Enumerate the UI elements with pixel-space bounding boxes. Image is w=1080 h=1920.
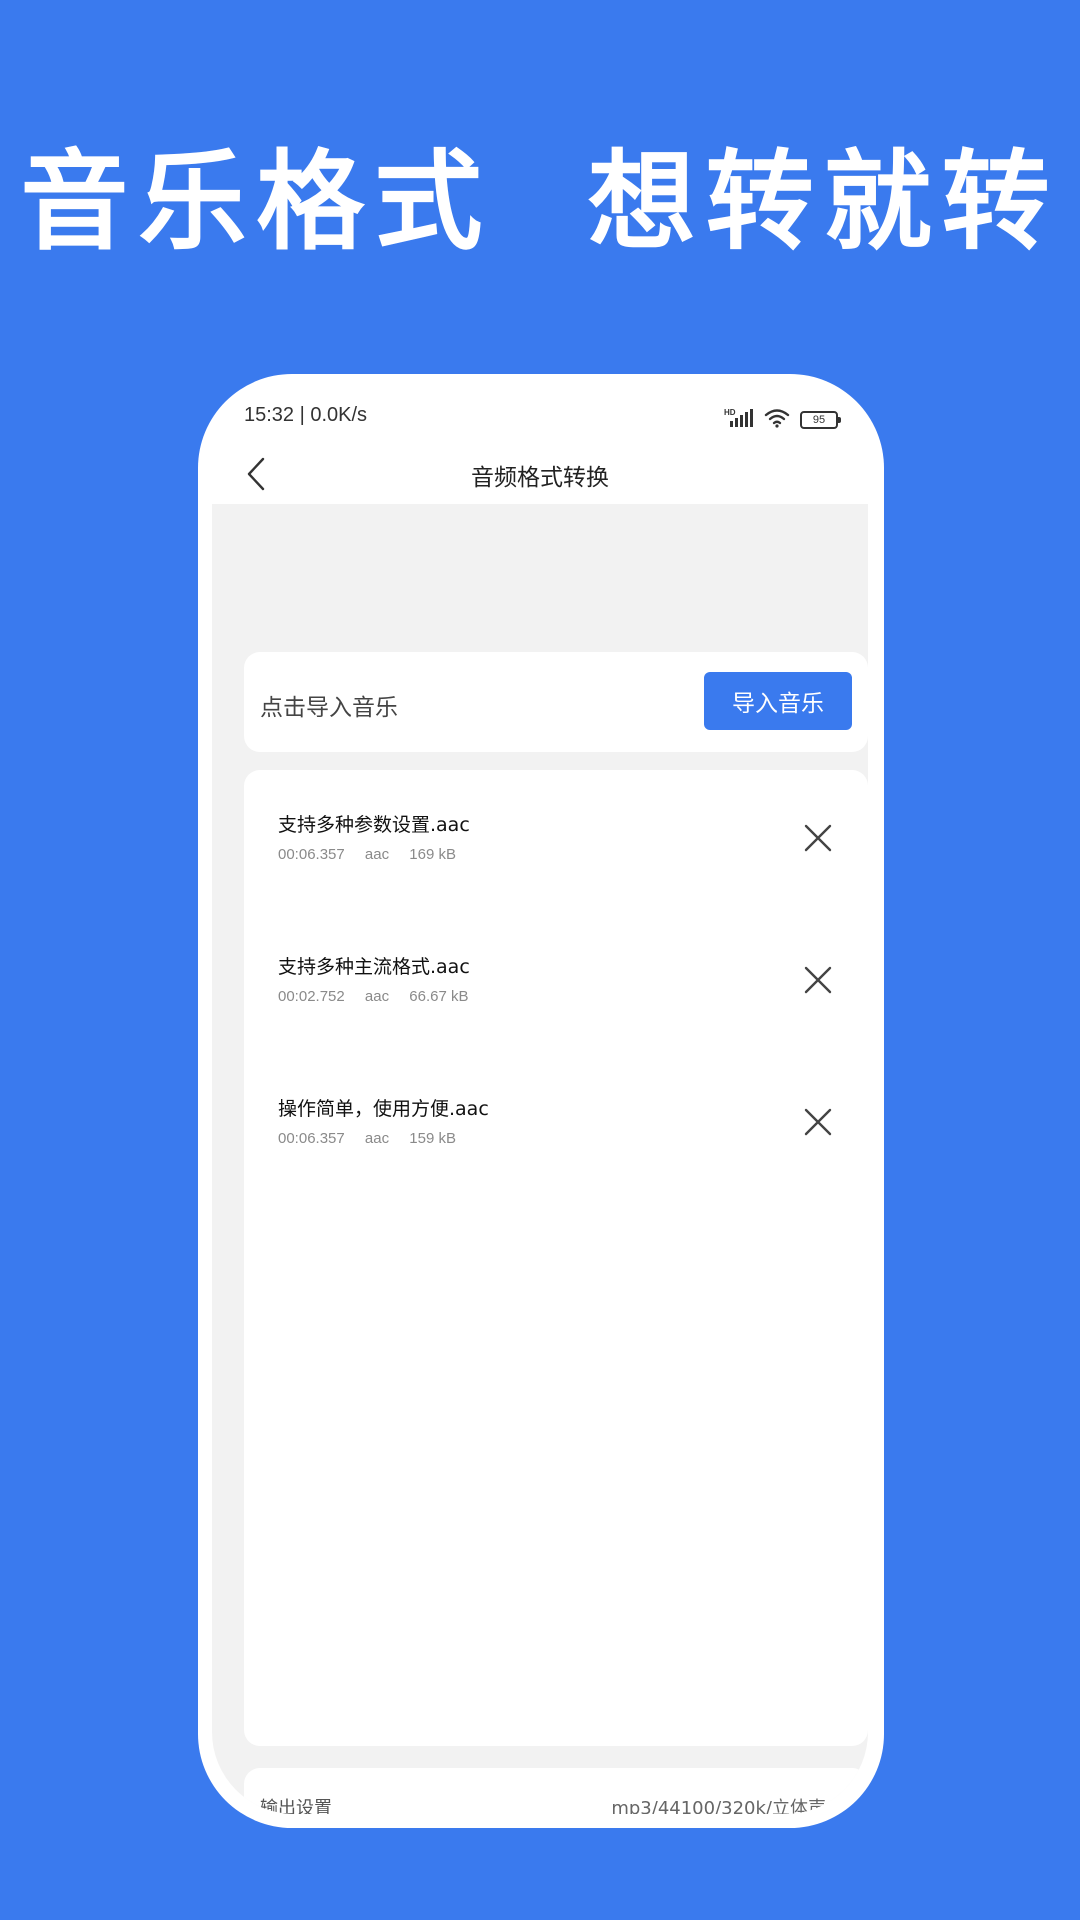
file-meta: 00:06.357 aac 169 kB	[278, 846, 472, 863]
file-size: 159 kB	[409, 1130, 456, 1147]
file-size: 66.67 kB	[409, 988, 469, 1005]
file-format: aac	[364, 1130, 390, 1147]
content-area: 点击导入音乐 导入音乐 支持多种参数设置.aac 00:06.357 aac 1…	[212, 504, 868, 1814]
file-name: 支持多种主流格式.aac	[278, 956, 470, 978]
wifi-icon	[764, 408, 790, 432]
remove-file-button[interactable]	[798, 960, 838, 1000]
chevron-right-icon	[840, 1797, 851, 1814]
hd-badge-text: HD	[724, 408, 736, 417]
file-format: aac	[364, 846, 390, 863]
promo-headline: 音乐格式 想转就转	[20, 140, 1060, 265]
import-card: 点击导入音乐 导入音乐	[244, 652, 868, 752]
file-list: 支持多种参数设置.aac 00:06.357 aac 169 kB 支持多种主流…	[244, 770, 868, 1746]
list-item[interactable]: 操作简单，使用方便.aac 00:06.357 aac 159 kB	[244, 1094, 868, 1194]
file-meta: 00:02.752 aac 66.67 kB	[278, 988, 484, 1005]
list-item[interactable]: 支持多种参数设置.aac 00:06.357 aac 169 kB	[244, 810, 868, 910]
output-settings-value: mp3/44100/320k/立体声	[611, 1798, 826, 1814]
hd-signal-icon: HD	[724, 407, 754, 433]
close-icon	[804, 966, 832, 994]
nav-bar: 音频格式转换	[212, 444, 868, 504]
file-format: aac	[364, 988, 390, 1005]
file-duration: 00:06.357	[278, 1130, 345, 1147]
page-title: 音频格式转换	[471, 465, 609, 491]
file-name: 支持多种参数设置.aac	[278, 814, 470, 836]
close-icon	[804, 824, 832, 852]
output-settings-label: 输出设置	[260, 1798, 332, 1814]
close-icon	[804, 1108, 832, 1136]
status-time: 15:32 | 0.0K/s	[244, 404, 368, 426]
import-music-button[interactable]: 导入音乐	[704, 672, 852, 730]
file-name: 操作简单，使用方便.aac	[278, 1098, 489, 1120]
remove-file-button[interactable]	[798, 818, 838, 858]
phone-frame: 15:32 | 0.0K/s HD 95 音频格式转换 点击导入音乐 导入音乐 …	[198, 374, 884, 1828]
file-size: 169 kB	[409, 846, 456, 863]
remove-file-button[interactable]	[798, 1102, 838, 1142]
battery-icon: 95	[800, 411, 841, 429]
list-item[interactable]: 支持多种主流格式.aac 00:02.752 aac 66.67 kB	[244, 952, 868, 1052]
status-bar: 15:32 | 0.0K/s HD 95	[244, 400, 841, 440]
file-duration: 00:06.357	[278, 846, 345, 863]
file-duration: 00:02.752	[278, 988, 345, 1005]
output-settings-row[interactable]: 输出设置 mp3/44100/320k/立体声	[244, 1768, 868, 1814]
status-icons: HD 95	[724, 400, 841, 440]
import-prompt[interactable]: 点击导入音乐	[260, 688, 398, 722]
file-meta: 00:06.357 aac 159 kB	[278, 1130, 472, 1147]
